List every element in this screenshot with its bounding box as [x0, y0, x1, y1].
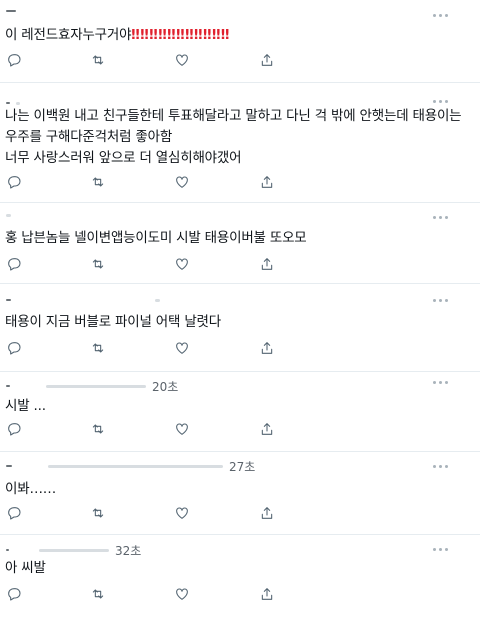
- reply-icon[interactable]: [6, 52, 22, 68]
- heart-icon[interactable]: [174, 505, 190, 521]
- retweet-icon[interactable]: [90, 52, 106, 68]
- tweet-actions: [6, 421, 276, 439]
- reply-icon[interactable]: [6, 421, 22, 437]
- tweet[interactable]: 홍 납븐놈늘 넬이변앱능이도미 시발 태용이버불 또오모: [0, 202, 480, 284]
- tweet-header: [6, 293, 160, 307]
- more-icon[interactable]: [433, 216, 448, 219]
- tweet-header: 20초: [6, 378, 178, 395]
- reply-icon[interactable]: [6, 505, 22, 521]
- tweet-text: 시발 ...: [5, 396, 46, 417]
- redacted-name: [6, 10, 16, 12]
- tweet-text-line: 나는 이백원 내고 친구들한테 투표해달라고 말하고 다닌 걱 밖에 안햇는데 …: [5, 108, 462, 124]
- share-icon[interactable]: [259, 505, 275, 521]
- share-icon[interactable]: [259, 52, 275, 68]
- more-icon[interactable]: [433, 548, 448, 551]
- retweet-icon[interactable]: [90, 505, 106, 521]
- more-icon[interactable]: [433, 381, 448, 384]
- tweet-actions: [6, 586, 276, 604]
- tweet-text-body: 아 씨발: [5, 560, 46, 576]
- more-icon[interactable]: [433, 100, 448, 103]
- tweet[interactable]: 32초 아 씨발: [0, 534, 480, 622]
- tweet-header: [6, 208, 11, 222]
- redacted-handle: [155, 298, 160, 302]
- reply-icon[interactable]: [6, 340, 22, 356]
- share-icon[interactable]: [259, 256, 275, 272]
- tweet-text: 나는 이백원 내고 친구들한테 투표해달라고 말하고 다닌 걱 밖에 안햇는데 …: [5, 106, 462, 169]
- reply-icon[interactable]: [6, 256, 22, 272]
- redacted-handle: [48, 464, 223, 468]
- tweet-text: 태용이 지금 버블로 파이널 어택 날렷다: [5, 312, 221, 333]
- double-exclamation-emoji: ‼‼‼‼‼‼‼‼‼‼‼: [131, 27, 230, 43]
- reply-icon[interactable]: [6, 174, 22, 190]
- more-icon[interactable]: [433, 299, 448, 302]
- heart-icon[interactable]: [174, 340, 190, 356]
- tweet-text-body: 시발 ...: [5, 398, 46, 414]
- tweet-actions: [6, 52, 276, 70]
- reply-icon[interactable]: [6, 586, 22, 602]
- retweet-icon[interactable]: [90, 421, 106, 437]
- tweet-text: 홍 납븐놈늘 넬이변앱능이도미 시발 태용이버불 또오모: [5, 228, 307, 249]
- tweet-actions: [6, 256, 276, 274]
- timestamp[interactable]: 32초: [115, 542, 141, 559]
- tweet-text-body: 홍 납븐놈늘 넬이변앱능이도미 시발 태용이버불 또오모: [5, 230, 307, 246]
- tweet[interactable]: 27초 이봐……: [0, 451, 480, 535]
- tweet[interactable]: 태용이 지금 버블로 파이널 어택 날렷다: [0, 283, 480, 372]
- tweet-text-line: 우주를 구해다준걱처럼 좋아함: [5, 129, 173, 145]
- tweet-header: 32초: [6, 542, 141, 559]
- heart-icon[interactable]: [174, 174, 190, 190]
- more-icon[interactable]: [433, 14, 448, 17]
- heart-icon[interactable]: [174, 52, 190, 68]
- redacted-name: [6, 102, 10, 104]
- share-icon[interactable]: [259, 174, 275, 190]
- more-icon[interactable]: [433, 465, 448, 468]
- tweet[interactable]: 나는 이백원 내고 친구들한테 투표해달라고 말하고 다닌 걱 밖에 안햇는데 …: [0, 82, 480, 203]
- redacted-name: [6, 299, 11, 301]
- retweet-icon[interactable]: [90, 256, 106, 272]
- tweet-header: 27초: [6, 458, 255, 475]
- share-icon[interactable]: [259, 340, 275, 356]
- redacted-name: [6, 385, 10, 387]
- retweet-icon[interactable]: [90, 174, 106, 190]
- redacted-handle: [16, 101, 20, 105]
- share-icon[interactable]: [259, 421, 275, 437]
- tweet-text-body: 태용이 지금 버블로 파이널 어택 날렷다: [5, 314, 221, 330]
- tweet-text-line: 너무 사랑스러워 앞으로 더 열심히해야갰어: [5, 150, 242, 166]
- tweet-actions: [6, 340, 276, 358]
- timestamp[interactable]: 27초: [229, 458, 255, 475]
- redacted-handle: [46, 384, 146, 388]
- timestamp[interactable]: 20초: [152, 378, 178, 395]
- redacted-name: [6, 549, 9, 551]
- tweet-text: 이봐……: [5, 479, 56, 500]
- tweet-actions: [6, 505, 276, 523]
- redacted-name: [6, 465, 12, 467]
- tweet-text-body: 이봐……: [5, 481, 57, 497]
- tweet-text-body: 이 레전드효자누구거야: [5, 27, 132, 43]
- tweet-text: 아 씨발: [5, 558, 46, 579]
- tweet[interactable]: 20초 시발 ...: [0, 371, 480, 452]
- tweet-actions: [6, 174, 276, 192]
- heart-icon[interactable]: [174, 421, 190, 437]
- tweet-header: [6, 4, 16, 18]
- retweet-icon[interactable]: [90, 340, 106, 356]
- tweet-text: 이 레전드효자누구거야‼‼‼‼‼‼‼‼‼‼‼: [5, 25, 230, 46]
- share-icon[interactable]: [259, 586, 275, 602]
- heart-icon[interactable]: [174, 586, 190, 602]
- retweet-icon[interactable]: [90, 586, 106, 602]
- redacted-name: [6, 213, 11, 217]
- redacted-handle: [39, 548, 109, 552]
- heart-icon[interactable]: [174, 256, 190, 272]
- tweet[interactable]: 이 레전드효자누구거야‼‼‼‼‼‼‼‼‼‼‼: [0, 0, 480, 83]
